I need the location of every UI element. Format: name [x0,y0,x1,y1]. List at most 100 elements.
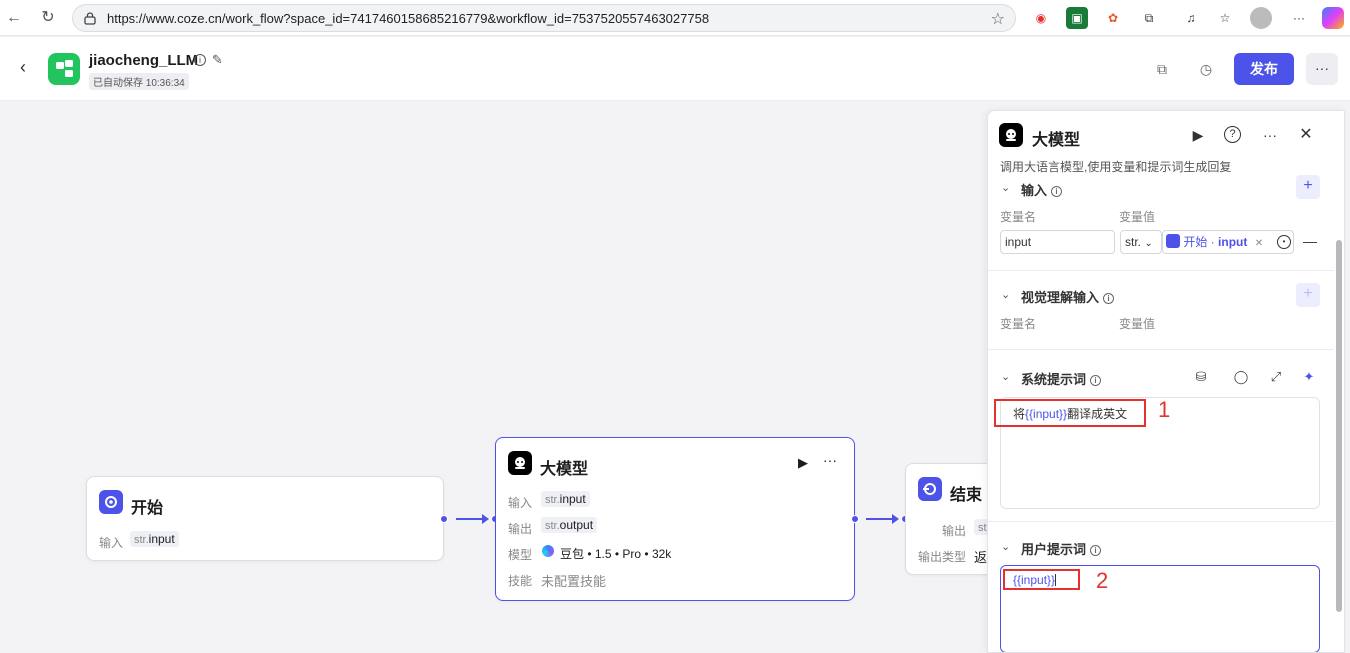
start-input-label: 输入 [99,536,124,550]
more-options-button[interactable]: ··· [1306,53,1338,85]
end-output-type-value: 返 [974,550,988,565]
back-chevron-icon[interactable]: ‹ [20,57,26,78]
input-var-type-select[interactable]: str. ⌄ [1120,230,1162,254]
publish-button[interactable]: 发布 [1234,53,1294,85]
info-icon[interactable]: i [194,54,206,66]
bookmark-star-icon[interactable]: ☆ [991,9,1005,29]
autosave-status: 已自动保存 10:36:34 [89,73,189,90]
extension-icon-1[interactable]: ◉ [1030,7,1052,29]
extension-icon-2[interactable]: ▣ [1066,7,1088,29]
node-more-icon[interactable]: ··· [823,452,837,468]
vision-col-value: 变量值 [1119,317,1156,331]
edge-llm-end [866,518,894,520]
input-section-chevron-icon[interactable]: ⌄ [1001,181,1010,194]
annotation-box-2 [1003,569,1080,590]
system-prompt-info-icon: i [1090,375,1102,386]
workflow-title: jiaocheng_LLM [89,52,199,69]
annotation-box-1 [994,399,1146,427]
input-var-ref-field[interactable]: 开始 · input ✕ • [1162,230,1294,254]
annotation-label-2: 2 [1096,568,1109,593]
reload-icon[interactable]: ↻ [38,8,58,28]
copy-icon[interactable]: ⧉ [1151,58,1173,80]
start-node[interactable]: 开始 输入 str.input [86,476,444,561]
system-prompt-chevron-icon[interactable]: ⌄ [1001,370,1010,383]
llm-output-port[interactable] [851,515,859,523]
start-node-title: 开始 [131,500,164,517]
clear-ref-icon[interactable]: ✕ [1255,238,1263,249]
edge-arrow-2 [892,514,899,524]
ref-start-icon [1166,234,1180,248]
panel-run-icon[interactable]: ▶ [1188,125,1208,145]
llm-output-tag: str.output [541,517,598,533]
end-output-label: 输出 [942,524,967,538]
extension-icon-3[interactable]: ✿ [1102,7,1124,29]
url-text: https://www.coze.cn/work_flow?space_id=7… [107,11,710,26]
start-input-tag: str.input [130,531,179,547]
llm-skill-label: 技能 [508,574,533,588]
llm-model-label: 模型 [508,548,533,562]
panel-help-icon[interactable]: ? [1224,126,1241,143]
panel-more-icon[interactable]: ··· [1260,125,1280,145]
address-bar[interactable]: https://www.coze.cn/work_flow?space_id=7… [72,4,1016,32]
browser-toolbar: ← ↻ https://www.coze.cn/work_flow?space_… [0,0,1350,36]
vision-col-name: 变量名 [1000,317,1037,331]
panel-description: 调用大语言模型,使用变量和提示词生成回复 [1000,160,1232,174]
ai-optimize-icon[interactable]: ✦ [1300,368,1318,386]
llm-input-tag: str.input [541,491,590,507]
media-icon[interactable]: ♫ [1180,7,1202,29]
edge-arrow-1 [482,514,489,524]
llm-model-value: 豆包 • 1.5 • Pro • 32k [560,547,672,561]
history-icon[interactable]: ◷ [1195,58,1217,80]
run-node-icon[interactable]: ▶ [798,455,808,471]
divider [988,349,1334,350]
start-node-icon [99,490,123,514]
llm-input-label: 输入 [508,496,533,510]
prompt-tips-icon[interactable]: ◯ [1232,368,1250,386]
back-icon[interactable]: ← [4,8,24,28]
remove-input-icon[interactable]: — [1303,233,1317,249]
favorites-icon[interactable]: ☆ [1214,7,1236,29]
llm-node[interactable]: 大模型 ▶ ··· 输入 str.input 输出 str.output 模型 … [495,437,855,601]
llm-node-icon [508,451,532,475]
llm-skill-value: 未配置技能 [541,574,607,589]
user-prompt-title: 用户提示词 i [1021,539,1102,558]
divider [988,521,1334,522]
panel-llm-icon [999,123,1023,147]
vision-section-title: 视觉理解输入 i [1021,287,1115,306]
vision-info-icon: i [1103,293,1115,304]
annotation-label-1: 1 [1158,397,1171,422]
panel-close-icon[interactable]: ✕ [1296,125,1316,145]
input-col-name: 变量名 [1000,210,1037,224]
add-vision-input-button[interactable]: + [1296,283,1320,307]
input-section-title: 输入 i [1021,180,1063,199]
llm-output-label: 输出 [508,522,533,536]
panel-title: 大模型 [1032,132,1081,149]
input-var-name-field[interactable]: input [1000,230,1115,254]
input-col-value: 变量值 [1119,210,1156,224]
panel-scrollbar[interactable] [1336,240,1342,612]
add-input-button[interactable]: + [1296,175,1320,199]
vision-section-chevron-icon[interactable]: ⌄ [1001,288,1010,301]
doubao-model-icon [542,545,554,557]
edge-start-llm [456,518,484,520]
profile-avatar[interactable] [1250,7,1272,29]
copilot-icon[interactable] [1322,7,1344,29]
lock-icon [84,12,96,25]
app-logo [48,53,80,85]
end-output-type-label: 输出类型 [918,550,967,564]
browser-menu-icon[interactable]: ··· [1288,7,1310,29]
end-node-icon [918,477,942,501]
extensions-puzzle-icon[interactable]: ⧉ [1138,7,1160,29]
user-prompt-chevron-icon[interactable]: ⌄ [1001,540,1010,553]
ref-picker-icon[interactable]: • [1277,235,1291,249]
expand-icon[interactable]: ⤢ [1267,368,1285,386]
user-prompt-info-icon: i [1090,545,1102,556]
prompt-library-icon[interactable]: ⛁ [1192,368,1210,386]
system-prompt-title: 系统提示词 i [1021,369,1102,388]
start-output-port[interactable] [440,515,448,523]
app-header: ‹ jiaocheng_LLM i ✎ 已自动保存 10:36:34 ⧉ ◷ 发… [0,37,1350,101]
divider [988,270,1334,271]
input-info-icon: i [1051,186,1063,197]
edit-icon[interactable]: ✎ [212,52,223,68]
end-node-title: 结束 [950,487,983,504]
